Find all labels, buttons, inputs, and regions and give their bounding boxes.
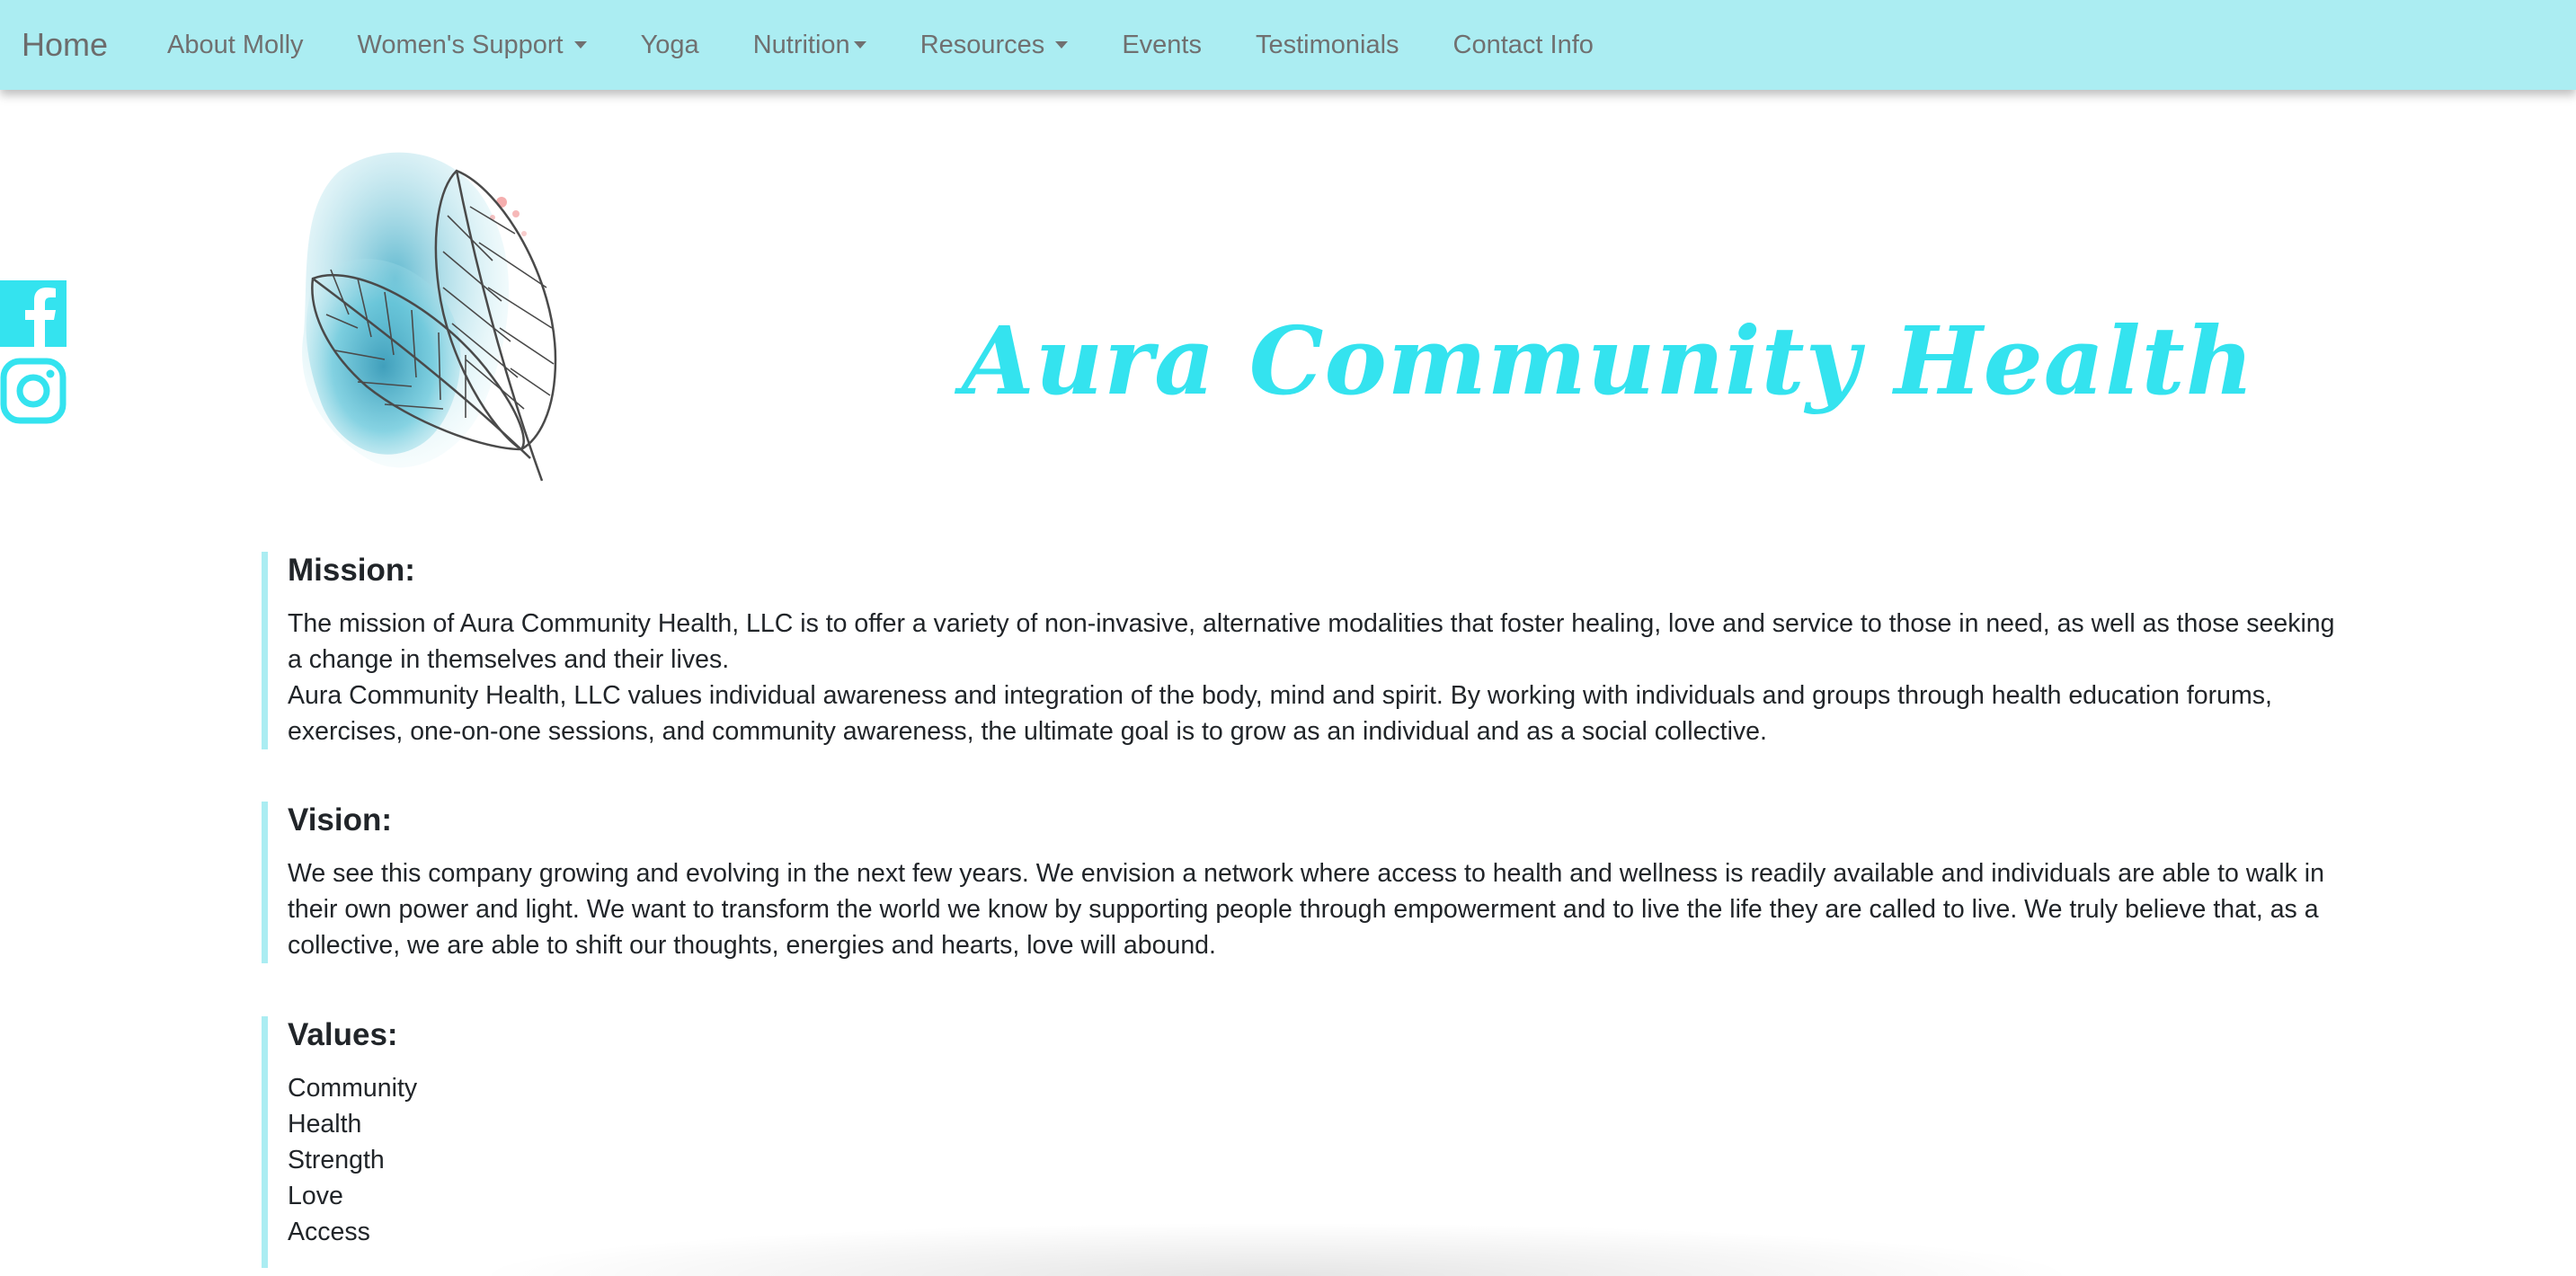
- mission-heading: Mission:: [288, 553, 415, 588]
- nav-item-label: About Molly: [167, 30, 304, 59]
- chevron-down-icon: [1055, 41, 1069, 49]
- value-item: Community: [288, 1074, 418, 1103]
- top-navbar: Home About Molly Women's Support Yoga Nu…: [0, 0, 2576, 90]
- chevron-down-icon: [573, 41, 587, 49]
- vision-heading: Vision:: [288, 802, 393, 837]
- nav-item-label: Testimonials: [1255, 30, 1399, 59]
- social-links: [0, 280, 67, 435]
- nav-item-nutrition[interactable]: Nutrition: [753, 31, 866, 60]
- mission-paragraph: The mission of Aura Community Health, LL…: [288, 609, 2335, 674]
- values-heading: Values:: [288, 1017, 398, 1052]
- nav-item-label: Yoga: [640, 30, 699, 59]
- nav-item-resources[interactable]: Resources: [920, 31, 1069, 60]
- nav-item-label: Events: [1122, 30, 1202, 59]
- nav-item-womens-support[interactable]: Women's Support: [358, 31, 587, 60]
- nav-item-about-molly[interactable]: About Molly: [167, 31, 304, 60]
- facebook-icon[interactable]: [0, 280, 67, 347]
- nav-home-link[interactable]: Home: [22, 26, 108, 64]
- site-title: Aura Community Health: [962, 305, 2255, 416]
- feather-logo: [302, 152, 557, 482]
- instagram-icon[interactable]: [0, 358, 67, 424]
- nav-item-label: Resources: [919, 30, 1045, 59]
- value-item: Strength: [288, 1146, 385, 1174]
- mission-section: Mission: The mission of Aura Community H…: [262, 552, 2355, 749]
- value-item: Health: [288, 1110, 362, 1139]
- chevron-down-icon: [853, 41, 866, 49]
- nav-item-testimonials[interactable]: Testimonials: [1256, 31, 1399, 60]
- nav-item-label: Contact Info: [1452, 30, 1594, 59]
- vision-paragraph: We see this company growing and evolving…: [288, 859, 2324, 960]
- value-item: Love: [288, 1182, 343, 1210]
- vision-section: Vision: We see this company growing and …: [262, 802, 2355, 963]
- nav-item-yoga[interactable]: Yoga: [641, 31, 699, 60]
- mission-paragraph: Aura Community Health, LLC values indivi…: [288, 681, 2272, 746]
- nav-item-contact-info[interactable]: Contact Info: [1453, 31, 1594, 60]
- nav-item-events[interactable]: Events: [1122, 31, 1202, 60]
- footer-shadow: [467, 1222, 2085, 1276]
- nav-item-label: Women's Support: [357, 30, 564, 59]
- nav-item-label: Nutrition: [752, 30, 850, 59]
